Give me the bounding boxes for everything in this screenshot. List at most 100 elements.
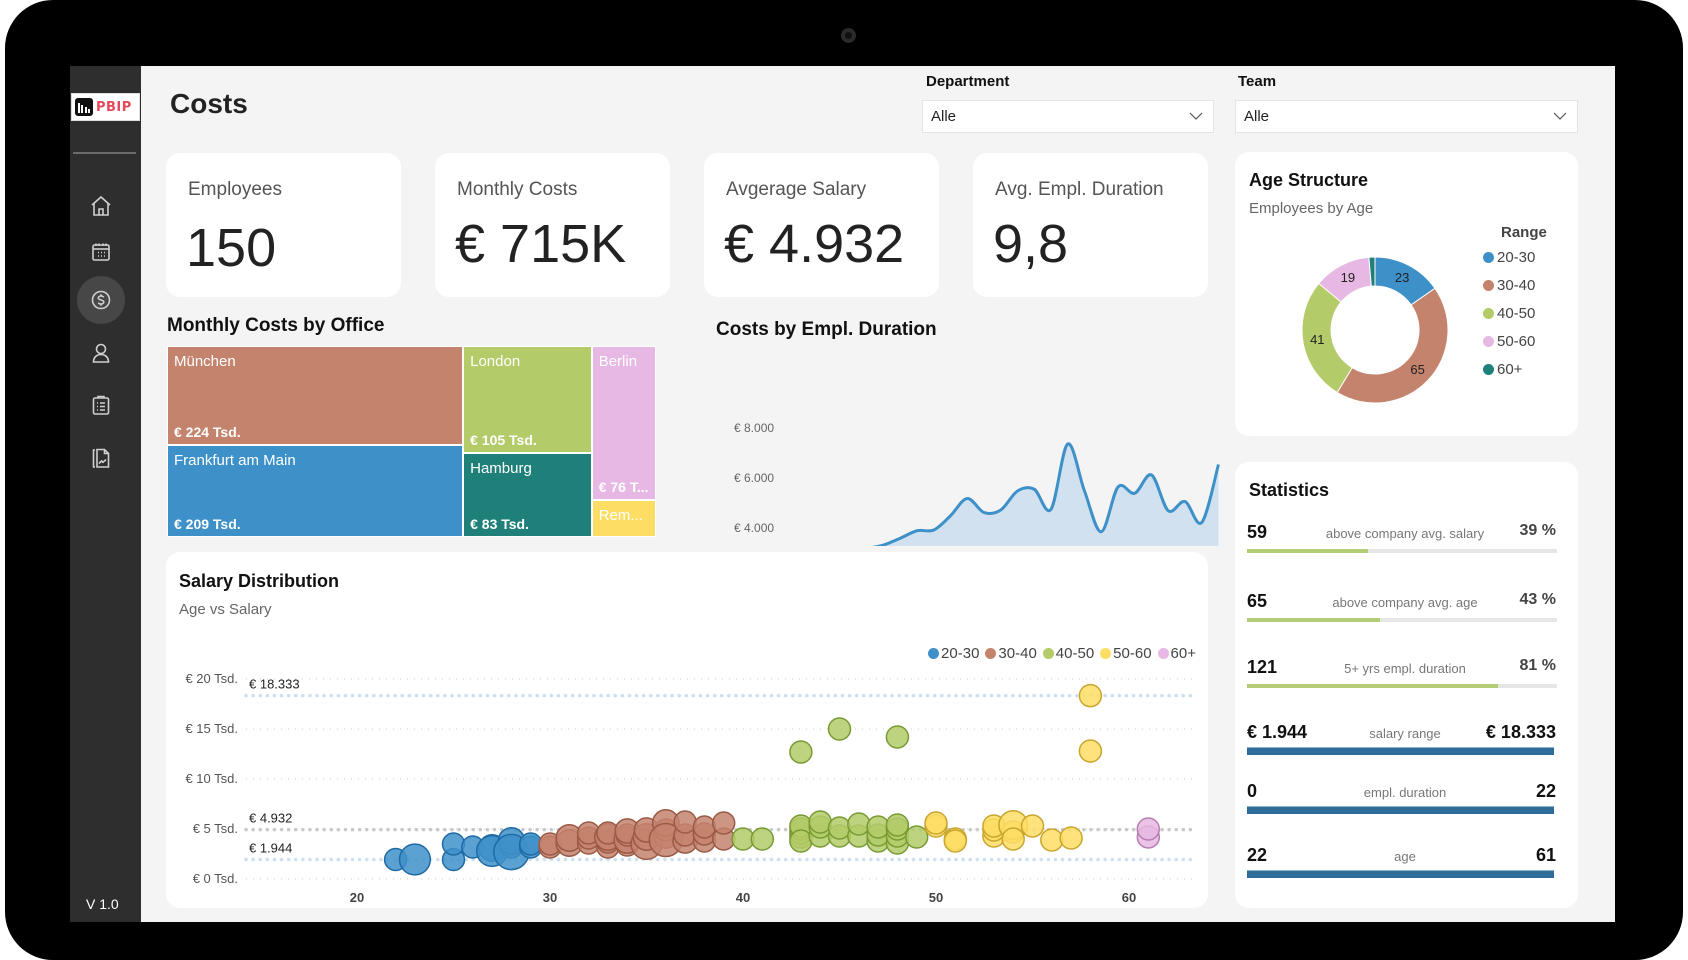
stat-max-value: € 18.333 [1486,722,1556,743]
legend-dot-icon [928,648,939,659]
sidebar-item-reports[interactable] [77,434,125,482]
scatter-point[interactable] [1060,827,1082,849]
donut-slice[interactable] [1337,288,1448,403]
scatter-point[interactable] [674,811,696,833]
clipboard-list-icon [89,393,113,417]
stat-value: 22 [1247,845,1267,866]
dollar-icon [89,288,113,312]
legend-item[interactable]: 20-30 [928,645,979,662]
y-tick-label: € 8.000 [734,421,774,435]
sidebar-item-calendar[interactable] [77,228,125,276]
treemap-tile[interactable]: Hamburg € 83 Tsd. [463,453,592,537]
sidebar-divider [73,152,136,154]
salary-scatter-chart: € 0 Tsd.€ 5 Tsd.€ 10 Tsd.€ 15 Tsd.€ 20 T… [166,662,1208,908]
scatter-subtitle: Age vs Salary [179,601,272,618]
legend-label: 50-60 [1497,333,1535,350]
sidebar-item-home[interactable] [77,182,125,230]
legend-item[interactable]: 40-50 [1043,645,1094,662]
legend-item[interactable]: 60+ [1483,361,1522,378]
scatter-point[interactable] [713,812,735,834]
y-tick-label: € 10 Tsd. [185,771,238,786]
legend-item[interactable]: 60+ [1158,645,1196,662]
x-tick-label: 20 [350,890,364,905]
legend-label: 20-30 [1497,249,1535,266]
legend-item[interactable]: 40-50 [1483,305,1535,322]
scatter-point[interactable] [443,833,465,855]
stat-label: salary range [1305,726,1505,741]
treemap-tile[interactable]: Berlin€ 76 T... [592,346,656,500]
department-dropdown-value: Alle [931,108,956,125]
scatter-point[interactable] [751,828,773,850]
treemap-tile-value: € 83 Tsd. [470,516,529,532]
sidebar-item-employees[interactable] [77,329,125,377]
logo-text: PBIP [96,100,132,115]
age-structure-title: Age Structure [1249,170,1368,191]
scatter-point[interactable] [1079,685,1101,707]
legend-dot-icon [1043,648,1054,659]
scatter-point[interactable] [693,816,715,838]
team-dropdown[interactable]: Alle [1235,100,1578,133]
legend-item[interactable]: 20-30 [1483,249,1535,266]
legend-dot-icon [1483,280,1494,291]
treemap-tile[interactable]: Rem... [592,500,656,537]
team-dropdown-value: Alle [1244,108,1269,125]
treemap-tile-name: Hamburg [470,460,532,477]
scatter-point[interactable] [1002,828,1024,850]
legend-dot-icon [1483,336,1494,347]
scatter-point[interactable] [1041,829,1063,851]
stat-value: 65 [1247,591,1267,612]
scatter-point[interactable] [1137,818,1159,840]
scatter-point[interactable] [790,830,812,852]
legend-item[interactable]: 50-60 [1483,333,1535,350]
treemap-chart: München€ 224 Tsd.Frankfurt am Main€ 209 … [167,346,656,537]
legend-item[interactable]: 50-60 [1100,645,1151,662]
legend-label: 20-30 [941,645,979,662]
scatter-point[interactable] [925,812,947,834]
statistics-title: Statistics [1249,480,1329,501]
donut-legend-title: Range [1501,224,1547,241]
chevron-down-icon [1553,111,1567,121]
scatter-point[interactable] [848,813,870,835]
age-structure-subtitle: Employees by Age [1249,200,1373,217]
sidebar-item-tasks[interactable] [77,381,125,429]
treemap-tile-value: € 76 T... [599,479,649,495]
scatter-point[interactable] [906,826,928,848]
stat-value: € 1.944 [1247,722,1307,743]
reference-line-label: € 1.944 [249,841,292,856]
legend-dot-icon [985,648,996,659]
scatter-point[interactable] [829,718,851,740]
legend-label: 40-50 [1497,305,1535,322]
stat-label: empl. duration [1305,785,1505,800]
stat-progress-fill [1247,549,1368,553]
scatter-point[interactable] [790,741,812,763]
kpi-card-average-salary: Avgerage Salary € 4.932 [704,153,939,297]
version-label: V 1.0 [86,896,119,912]
donut-data-label: 23 [1395,270,1409,285]
x-tick-label: 60 [1122,890,1136,905]
scatter-point[interactable] [1079,740,1101,762]
legend-item[interactable]: 30-40 [1483,277,1535,294]
legend-item[interactable]: 30-40 [985,645,1036,662]
treemap-tile[interactable]: London€ 105 Tsd. [463,346,592,453]
stat-range-bar [1247,806,1554,814]
scatter-point[interactable] [944,830,966,852]
sidebar-item-costs[interactable] [77,276,125,324]
logo[interactable]: PBIP [71,93,140,121]
area-chart-title: Costs by Empl. Duration [716,319,937,341]
treemap-tile[interactable]: München€ 224 Tsd. [167,346,463,445]
team-filter-label: Team [1238,73,1276,90]
legend-label: 50-60 [1113,645,1151,662]
x-tick-label: 50 [929,890,943,905]
legend-label: 40-50 [1056,645,1094,662]
scatter-point[interactable] [1022,815,1044,837]
age-structure-card: Age Structure Employees by Age 23654119 … [1235,152,1578,436]
treemap-tile[interactable]: Frankfurt am Main€ 209 Tsd. [167,445,463,537]
scatter-point[interactable] [886,814,908,836]
scatter-point[interactable] [400,844,431,875]
treemap-tile-name: London [470,353,520,370]
treemap-tile-name: München [174,353,236,370]
department-dropdown[interactable]: Alle [922,100,1214,133]
stat-range-bar [1247,870,1554,878]
scatter-point[interactable] [886,726,908,748]
stat-label: above company avg. salary [1305,526,1505,541]
